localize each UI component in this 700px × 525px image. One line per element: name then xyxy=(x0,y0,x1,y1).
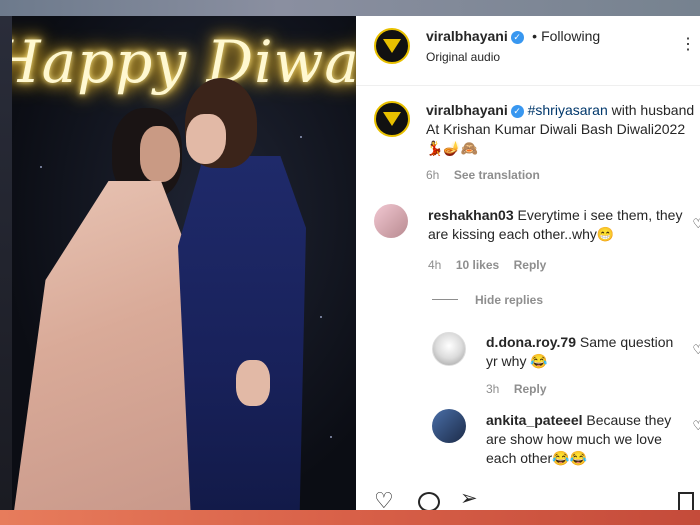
see-translation-link[interactable]: See translation xyxy=(454,168,540,182)
comment-likes[interactable]: 10 likes xyxy=(456,258,499,272)
man-face xyxy=(186,114,226,164)
post-header: viralbhayani ✓ • Following Original audio … xyxy=(356,16,700,86)
caption-emojis: 💃🪔🙈 xyxy=(426,140,479,156)
hide-replies-button[interactable]: Hide replies xyxy=(475,293,543,307)
brand-v-logo-icon xyxy=(383,39,401,53)
heart-icon[interactable]: ♡ xyxy=(692,342,700,358)
reply-button[interactable]: Reply xyxy=(514,258,547,272)
heart-icon[interactable]: ♡ xyxy=(374,490,394,511)
caption: viralbhayani ✓ #shriyasaran with husband … xyxy=(426,101,696,158)
reply: d.dona.roy.79 Same question yr why 😂 xyxy=(486,333,686,371)
neon-sign-text: Happy Diwali xyxy=(0,28,356,96)
heart-icon[interactable]: ♡ xyxy=(692,418,700,434)
comment-username[interactable]: reshakhan03 xyxy=(428,207,514,223)
replies-divider xyxy=(432,299,458,300)
audio-label[interactable]: Original audio xyxy=(426,50,500,64)
bottom-band xyxy=(0,510,700,525)
comment-time: 4h xyxy=(428,258,442,272)
verified-badge-icon: ✓ xyxy=(510,105,524,118)
reply-button[interactable]: Reply xyxy=(514,382,547,396)
man-hand xyxy=(236,360,270,406)
reply-username[interactable]: d.dona.roy.79 xyxy=(486,334,576,350)
comment-meta: 4h 10 likes Reply xyxy=(428,256,546,274)
reply-meta: 3h Reply xyxy=(486,380,547,398)
caption-avatar[interactable] xyxy=(374,101,410,137)
heart-icon[interactable]: ♡ xyxy=(692,216,700,232)
action-bar: ♡ ➢ xyxy=(356,488,700,510)
separator-dot: • xyxy=(532,28,538,44)
brand-v-logo-icon xyxy=(383,112,401,126)
post-sidebar: viralbhayani ✓ • Following Original audio … xyxy=(356,16,700,510)
avatar[interactable] xyxy=(432,332,466,366)
following-button[interactable]: Following xyxy=(541,28,600,44)
caption-time: 6h xyxy=(426,168,440,182)
post-photo[interactable]: Happy Diwali xyxy=(0,16,356,510)
comment: reshakhan03 Everytime i see them, they a… xyxy=(428,206,686,244)
left-edge xyxy=(0,16,12,510)
caption-meta: 6h See translation xyxy=(426,166,540,184)
verified-badge-icon: ✓ xyxy=(510,31,524,44)
header-username[interactable]: viralbhayani xyxy=(426,28,508,44)
avatar[interactable] xyxy=(374,204,408,238)
caption-username[interactable]: viralbhayani xyxy=(426,102,508,118)
reply-username[interactable]: ankita_pateeel xyxy=(486,412,583,428)
bookmark-icon[interactable] xyxy=(678,492,694,510)
woman-face xyxy=(140,126,180,182)
account-avatar[interactable] xyxy=(374,28,410,64)
comment-icon[interactable] xyxy=(418,492,440,510)
share-icon[interactable]: ➢ xyxy=(460,488,478,510)
hashtag-link[interactable]: #shriyasaran xyxy=(528,102,608,118)
avatar[interactable] xyxy=(432,409,466,443)
top-band xyxy=(0,0,700,16)
reply-time: 3h xyxy=(486,382,500,396)
more-options-icon[interactable]: ⋮ xyxy=(680,34,696,54)
reply: ankita_pateeel Because they are show how… xyxy=(486,411,686,468)
man-suit xyxy=(178,156,306,510)
